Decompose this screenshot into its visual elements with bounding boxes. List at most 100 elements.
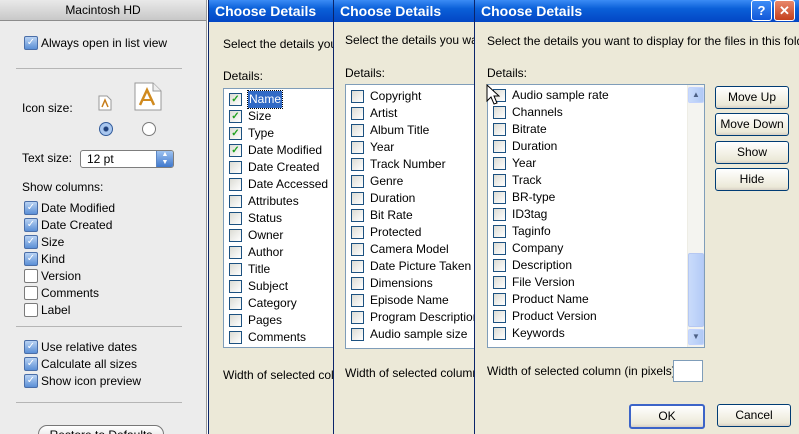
detail-item-label: Company	[512, 241, 564, 255]
checkbox-icon[interactable]	[493, 293, 506, 306]
checkbox-icon[interactable]: ✓	[24, 252, 38, 266]
details-list-scrollbar[interactable]: ▲ ▼	[687, 85, 704, 347]
checkbox-icon[interactable]	[493, 208, 506, 221]
dialog-3-instruction: Select the details you want to display f…	[487, 34, 799, 48]
move-up-button[interactable]: Move Up	[715, 86, 789, 109]
checkbox-icon[interactable]	[351, 158, 364, 171]
checkbox-icon[interactable]	[493, 140, 506, 153]
checkbox-icon[interactable]: ✓	[24, 286, 38, 300]
checkbox-icon[interactable]: ✓	[24, 340, 38, 354]
dialog-1-details-list[interactable]: ✓ Name ✓ Size ✓ Type ✓ Date Modified Date Create…	[223, 88, 349, 348]
detail-item-label: Owner	[248, 228, 284, 242]
checkbox-icon[interactable]: ✓	[24, 374, 38, 388]
checkbox-icon[interactable]	[493, 174, 506, 187]
checkbox-icon[interactable]	[493, 225, 506, 238]
checkbox-icon[interactable]	[351, 311, 364, 324]
close-button[interactable]: ✕	[774, 0, 795, 21]
checkbox-icon[interactable]	[493, 106, 506, 119]
checkbox-icon[interactable]	[229, 331, 242, 344]
detail-item-label: Date Created	[248, 160, 320, 174]
checkbox-icon[interactable]	[493, 327, 506, 340]
checkbox-icon[interactable]	[229, 314, 242, 327]
move-down-button[interactable]: Move Down	[715, 113, 789, 136]
icon-size-large-radio[interactable]	[142, 122, 156, 136]
checkbox-icon[interactable]	[229, 263, 242, 276]
checkbox-icon[interactable]	[493, 191, 506, 204]
checkbox-icon[interactable]	[351, 328, 364, 341]
checkbox-icon[interactable]	[351, 175, 364, 188]
checkbox-icon[interactable]	[351, 107, 364, 120]
checkbox-icon[interactable]: ✓	[24, 269, 38, 283]
checkbox-icon[interactable]	[229, 195, 242, 208]
checkbox-icon[interactable]	[229, 161, 242, 174]
checkbox-icon[interactable]	[229, 297, 242, 310]
detail-item-label: Duration	[370, 191, 416, 205]
text-size-value: 12 pt	[87, 152, 114, 166]
checkbox-icon[interactable]	[493, 157, 506, 170]
checkbox-icon[interactable]	[351, 124, 364, 137]
dialog-2-details-list[interactable]: Copyright Artist Album Title Year Track Numb…	[345, 84, 484, 349]
checkbox-icon[interactable]: ✓	[229, 110, 242, 123]
checkbox-icon[interactable]: ✓	[24, 235, 38, 249]
detail-item-label: Artist	[370, 106, 398, 120]
checkbox-icon[interactable]	[229, 178, 242, 191]
detail-item-label: Audio sample rate	[512, 88, 609, 102]
dialog-2-instruction: Select the details you want	[345, 33, 484, 47]
checkbox-icon[interactable]	[493, 259, 506, 272]
icon-size-small-radio[interactable]	[99, 122, 113, 136]
dialog-1-details-label: Details:	[223, 69, 264, 83]
column-label: Kind	[41, 252, 66, 266]
checkbox-icon[interactable]: ✓	[24, 303, 38, 317]
dialog-3-details-list[interactable]: ▲ ▼ Audio sample rate Channels Bitrate Dura…	[487, 84, 705, 348]
checkbox-icon[interactable]	[351, 209, 364, 222]
scroll-down-icon[interactable]: ▼	[688, 329, 704, 345]
checkbox-icon[interactable]	[493, 242, 506, 255]
scrollbar-thumb[interactable]	[688, 253, 704, 327]
detail-item-label: Episode Name	[370, 293, 449, 307]
text-size-popup[interactable]: 12 pt ▲ ▼	[80, 150, 174, 168]
checkbox-icon[interactable]	[229, 229, 242, 242]
checkbox-icon[interactable]	[229, 212, 242, 225]
cancel-button[interactable]: Cancel	[717, 404, 791, 427]
checkbox-icon[interactable]: ✓	[229, 144, 242, 157]
checkbox-icon[interactable]: ✓	[24, 218, 38, 232]
checkbox-icon[interactable]	[229, 280, 242, 293]
checkbox-icon[interactable]	[493, 276, 506, 289]
checkbox-icon[interactable]	[351, 260, 364, 273]
checkbox-icon[interactable]: ✓	[229, 127, 242, 140]
checkbox-icon[interactable]	[351, 141, 364, 154]
option-label: Calculate all sizes	[41, 357, 138, 371]
column-label: Size	[41, 235, 65, 249]
checkbox-icon[interactable]	[351, 226, 364, 239]
separator	[16, 402, 182, 403]
column-width-input[interactable]	[673, 360, 703, 382]
checkbox-icon[interactable]: ✓	[24, 201, 38, 215]
show-button[interactable]: Show	[715, 141, 789, 164]
always-open-list-check-icon[interactable]: ✓	[24, 36, 38, 50]
dialog-2-title: Choose Details	[334, 0, 484, 22]
checkbox-icon[interactable]	[351, 90, 364, 103]
checkbox-icon[interactable]: ✓	[24, 357, 38, 371]
checkbox-icon[interactable]	[493, 123, 506, 136]
checkbox-icon[interactable]: ✓	[229, 93, 242, 106]
separator	[16, 326, 182, 327]
choose-details-dialog-1: Choose Details Select the details you w …	[208, 0, 349, 434]
checkbox-icon[interactable]	[351, 192, 364, 205]
detail-item-label: Date Picture Taken	[370, 259, 472, 273]
help-button[interactable]: ?	[751, 0, 772, 21]
hide-button[interactable]: Hide	[715, 168, 789, 191]
scroll-up-icon[interactable]: ▲	[688, 87, 704, 103]
checkbox-icon[interactable]	[229, 246, 242, 259]
large-icon-preview-icon	[134, 82, 162, 111]
help-icon: ?	[757, 3, 766, 18]
checkbox-icon[interactable]	[351, 243, 364, 256]
detail-item-label: Size	[248, 109, 272, 123]
checkbox-icon[interactable]	[351, 277, 364, 290]
ok-button[interactable]: OK	[629, 404, 705, 429]
checkbox-icon[interactable]	[351, 294, 364, 307]
detail-item-label: Track Number	[370, 157, 446, 171]
checkbox-icon[interactable]	[493, 310, 506, 323]
restore-to-defaults-button[interactable]: Restore to Defaults	[38, 425, 164, 434]
detail-item-label: Author	[248, 245, 284, 259]
mac-panel-title: Macintosh HD	[0, 0, 206, 21]
